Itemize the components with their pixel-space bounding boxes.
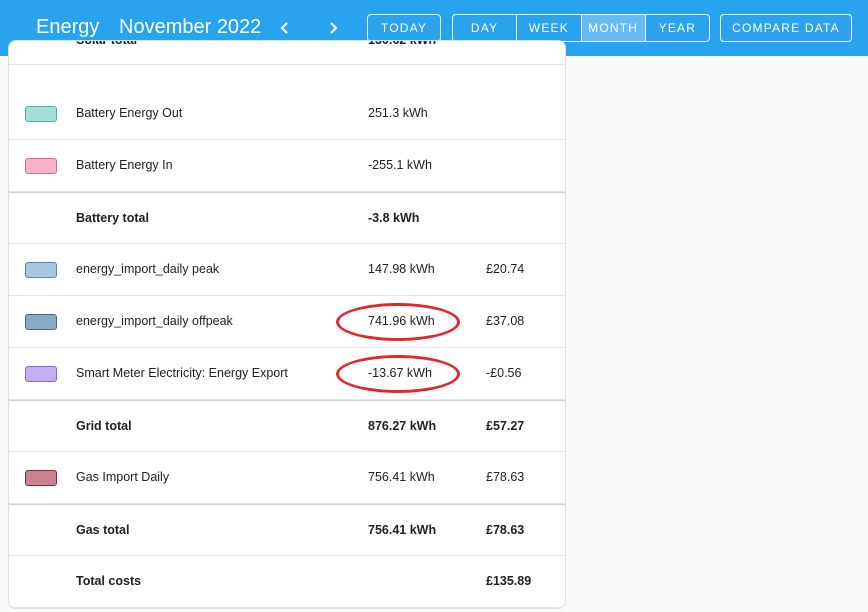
table-row: Smart Meter Electricity: Energy Export -1… bbox=[9, 348, 565, 400]
color-swatch bbox=[25, 158, 57, 174]
chevron-left-icon bbox=[280, 22, 288, 34]
page-title: Energy bbox=[36, 16, 100, 38]
range-month-button[interactable]: MONTH bbox=[581, 15, 646, 41]
row-energy: -255.1 kWh bbox=[368, 158, 432, 172]
row-energy: 756.41 kWh bbox=[368, 470, 435, 484]
row-label: Gas Import Daily bbox=[76, 470, 170, 484]
previous-period-button[interactable] bbox=[271, 14, 299, 42]
period-label: November 2022 bbox=[119, 16, 262, 38]
row-label: energy_import_daily offpeak bbox=[76, 314, 233, 328]
range-year-button[interactable]: YEAR bbox=[646, 15, 709, 41]
total-row: Gas total 756.41 kWh £78.63 bbox=[9, 504, 565, 556]
table-row: energy_import_daily peak 147.98 kWh £20.74 bbox=[9, 244, 565, 296]
row-energy: -3.8 kWh bbox=[368, 211, 420, 225]
color-swatch bbox=[25, 262, 57, 278]
row-cost: £78.63 bbox=[486, 523, 525, 537]
range-week-button[interactable]: WEEK bbox=[517, 15, 582, 41]
total-row: Grid total 876.27 kWh £57.27 bbox=[9, 400, 565, 452]
range-selector: DAY WEEK MONTH YEAR bbox=[452, 14, 710, 42]
table-row: Battery Energy Out 251.3 kWh bbox=[9, 88, 565, 140]
row-label: Gas total bbox=[76, 523, 130, 537]
row-cost: £135.89 bbox=[486, 574, 532, 588]
row-cost: £78.63 bbox=[486, 470, 525, 484]
row-energy: 147.98 kWh bbox=[368, 262, 435, 276]
total-row: Battery total -3.8 kWh bbox=[9, 192, 565, 244]
row-label: Battery total bbox=[76, 211, 149, 225]
row-label: Total costs bbox=[76, 574, 142, 588]
offpeak-value-highlight bbox=[336, 355, 460, 393]
range-day-button[interactable]: DAY bbox=[453, 15, 518, 41]
row-energy: 756.41 kWh bbox=[368, 523, 437, 537]
row-label: Battery Energy In bbox=[76, 158, 173, 172]
row-label: Battery Energy Out bbox=[76, 106, 183, 120]
energy-sources-table: Solar total 130.62 kWh Battery Energy Out 2… bbox=[8, 40, 566, 609]
color-swatch bbox=[25, 366, 57, 382]
row-label: Grid total bbox=[76, 419, 132, 433]
row-label: Smart Meter Electricity: Energy Export bbox=[76, 366, 288, 380]
peak-value-highlight bbox=[336, 303, 460, 341]
row-cost: £37.08 bbox=[486, 314, 525, 328]
color-swatch bbox=[25, 106, 57, 122]
color-swatch bbox=[25, 314, 57, 330]
row-cost: -£0.56 bbox=[486, 366, 522, 380]
table-row: energy_import_daily offpeak 741.96 kWh £37… bbox=[9, 296, 565, 348]
row-energy: 251.3 kWh bbox=[368, 106, 428, 120]
total-row: Solar total 130.62 kWh bbox=[9, 40, 565, 65]
table-row: Battery Energy In -255.1 kWh bbox=[9, 140, 565, 192]
row-energy: 876.27 kWh bbox=[368, 419, 437, 433]
row-cost: £57.27 bbox=[486, 419, 525, 433]
total-row: Total costs £135.89 bbox=[9, 556, 565, 608]
compare-data-button[interactable]: COMPARE DATA bbox=[720, 14, 852, 42]
next-period-button[interactable] bbox=[319, 14, 347, 42]
chevron-right-icon bbox=[330, 22, 338, 34]
row-cost: £20.74 bbox=[486, 262, 525, 276]
color-swatch bbox=[25, 470, 57, 486]
row-label: energy_import_daily peak bbox=[76, 262, 220, 276]
table-row: Gas Import Daily 756.41 kWh £78.63 bbox=[9, 452, 565, 504]
row-energy: 130.62 kWh bbox=[368, 40, 437, 47]
today-button[interactable]: TODAY bbox=[367, 14, 441, 42]
row-label: Solar total bbox=[76, 40, 138, 47]
